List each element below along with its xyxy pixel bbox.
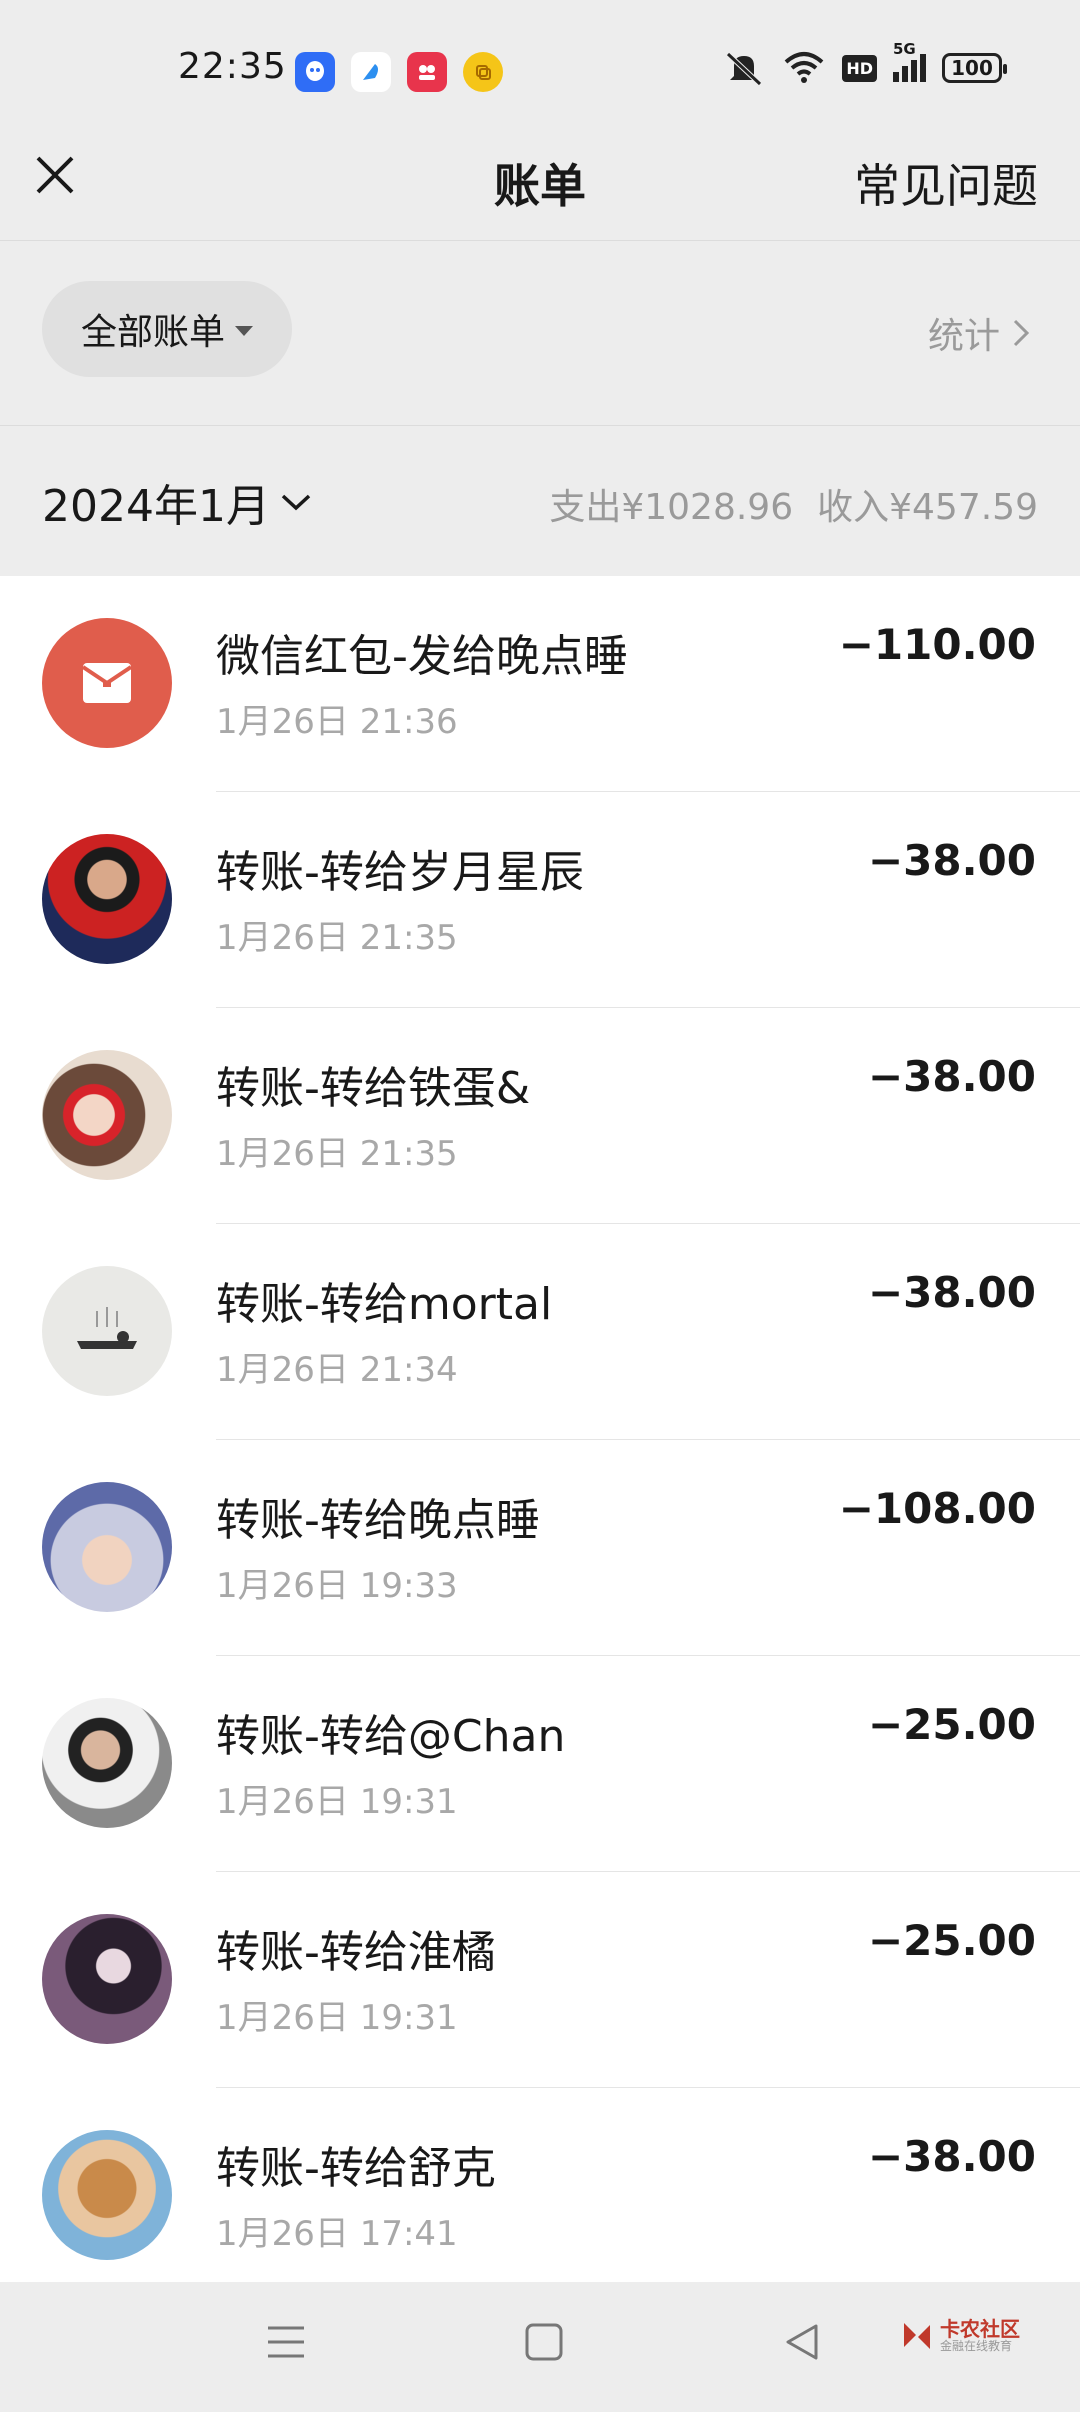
transaction-list: 微信红包-发给晚点睡 1月26日 21:36 −110.00 转账-转给岁月星辰… bbox=[0, 576, 1080, 2282]
transaction-row[interactable]: 转账-转给晚点睡 1月26日 19:33 −108.00 bbox=[0, 1440, 1080, 1656]
transaction-date: 1月26日 17:41 bbox=[216, 2214, 458, 2254]
hd-badge: HD bbox=[842, 54, 877, 82]
pinduoduo-app-icon bbox=[407, 52, 447, 92]
avatar bbox=[42, 1050, 172, 1180]
transaction-date: 1月26日 21:34 bbox=[216, 1350, 458, 1390]
transaction-row[interactable]: 转账-转给舒克 1月26日 17:41 −38.00 bbox=[0, 2088, 1080, 2282]
income-total: 收入¥457.59 bbox=[817, 487, 1038, 528]
status-time: 22:35 bbox=[178, 46, 287, 87]
all-bills-filter-button[interactable]: 全部账单 bbox=[42, 281, 292, 377]
transaction-date: 1月26日 19:31 bbox=[216, 1998, 458, 2038]
transaction-title: 转账-转给淮橘 bbox=[216, 1927, 496, 1978]
notification-icons bbox=[295, 52, 503, 92]
system-nav-bar: 卡农社区 金融在线教育 bbox=[0, 2282, 1080, 2412]
transaction-amount: −38.00 bbox=[867, 2132, 1036, 2181]
month-label: 2024年1月 bbox=[42, 481, 270, 532]
dropdown-arrow-icon bbox=[235, 326, 253, 336]
filter-bar: 全部账单 统计 bbox=[0, 241, 1080, 425]
stats-label: 统计 bbox=[927, 316, 1000, 357]
coin-app-icon bbox=[463, 52, 503, 92]
month-summary: 支出¥1028.96 收入¥457.59 bbox=[525, 478, 1038, 530]
feather-app-icon bbox=[351, 52, 391, 92]
back-icon[interactable] bbox=[782, 2322, 822, 2362]
transaction-amount: −38.00 bbox=[867, 836, 1036, 885]
wifi-icon bbox=[785, 52, 824, 83]
transaction-date: 1月26日 21:36 bbox=[216, 702, 458, 742]
stats-link[interactable]: 统计 bbox=[928, 307, 1030, 359]
transaction-row[interactable]: 转账-转给淮橘 1月26日 19:31 −25.00 bbox=[0, 1872, 1080, 2088]
transaction-row[interactable]: 转账-转给铁蛋& 1月26日 21:35 −38.00 bbox=[0, 1008, 1080, 1224]
transaction-date: 1月26日 19:31 bbox=[216, 1782, 458, 1822]
signal-icon: 5G bbox=[893, 40, 926, 82]
all-bills-label: 全部账单 bbox=[80, 312, 225, 353]
transaction-row[interactable]: 转账-转给岁月星辰 1月26日 21:35 −38.00 bbox=[0, 792, 1080, 1008]
month-bar: 2024年1月 支出¥1028.96 收入¥457.59 bbox=[0, 426, 1080, 576]
battery-indicator: 100 bbox=[942, 53, 1007, 83]
month-selector[interactable]: 2024年1月 bbox=[42, 470, 312, 534]
system-icons: HD 5G 100 bbox=[722, 40, 1007, 86]
red-packet-icon bbox=[42, 618, 172, 748]
avatar bbox=[42, 1482, 172, 1612]
transaction-title: 转账-转给铁蛋& bbox=[216, 1063, 531, 1114]
watermark-subtitle: 金融在线教育 bbox=[940, 2339, 1013, 2353]
watermark-logo-icon bbox=[904, 2322, 930, 2349]
avatar bbox=[42, 1914, 172, 2044]
transaction-title: 转账-转给@Chan bbox=[216, 1711, 566, 1762]
transaction-row[interactable]: 微信红包-发给晚点睡 1月26日 21:36 −110.00 bbox=[0, 576, 1080, 792]
status-bar: 22:35 HD 5G 100 bbox=[0, 0, 1080, 140]
transaction-title: 转账-转给晚点睡 bbox=[216, 1495, 540, 1546]
avatar bbox=[42, 834, 172, 964]
expense-total: 支出¥1028.96 bbox=[549, 487, 794, 528]
transaction-amount: −110.00 bbox=[838, 620, 1036, 669]
avatar bbox=[42, 2130, 172, 2260]
transaction-amount: −108.00 bbox=[838, 1484, 1036, 1533]
watermark: 卡农社区 金融在线教育 bbox=[900, 2318, 1020, 2353]
qq-app-icon bbox=[295, 52, 335, 92]
menu-icon[interactable] bbox=[266, 2322, 306, 2362]
home-icon[interactable] bbox=[524, 2322, 564, 2362]
avatar bbox=[42, 1266, 172, 1396]
transaction-title: 转账-转给岁月星辰 bbox=[216, 847, 584, 898]
avatar bbox=[42, 1698, 172, 1828]
transaction-title: 转账-转给mortal bbox=[216, 1279, 553, 1330]
transaction-date: 1月26日 21:35 bbox=[216, 918, 458, 958]
watermark-title: 卡农社区 bbox=[940, 2317, 1020, 2341]
transaction-title: 转账-转给舒克 bbox=[216, 2143, 496, 2194]
transaction-amount: −38.00 bbox=[867, 1052, 1036, 1101]
nav-bar: 账单 常见问题 bbox=[0, 140, 1080, 240]
transaction-amount: −38.00 bbox=[867, 1268, 1036, 1317]
network-type: 5G bbox=[893, 40, 916, 58]
chevron-down-icon bbox=[281, 494, 311, 511]
silent-bell-icon bbox=[726, 52, 763, 86]
transaction-amount: −25.00 bbox=[867, 1916, 1036, 1965]
transaction-date: 1月26日 21:35 bbox=[216, 1134, 458, 1174]
faq-link[interactable]: 常见问题 bbox=[854, 150, 1038, 216]
chevron-right-icon bbox=[1013, 319, 1030, 347]
transaction-amount: −25.00 bbox=[867, 1700, 1036, 1749]
transaction-title: 微信红包-发给晚点睡 bbox=[216, 631, 628, 682]
transaction-row[interactable]: 转账-转给mortal 1月26日 21:34 −38.00 bbox=[0, 1224, 1080, 1440]
transaction-row[interactable]: 转账-转给@Chan 1月26日 19:31 −25.00 bbox=[0, 1656, 1080, 1872]
transaction-date: 1月26日 19:33 bbox=[216, 1566, 458, 1606]
